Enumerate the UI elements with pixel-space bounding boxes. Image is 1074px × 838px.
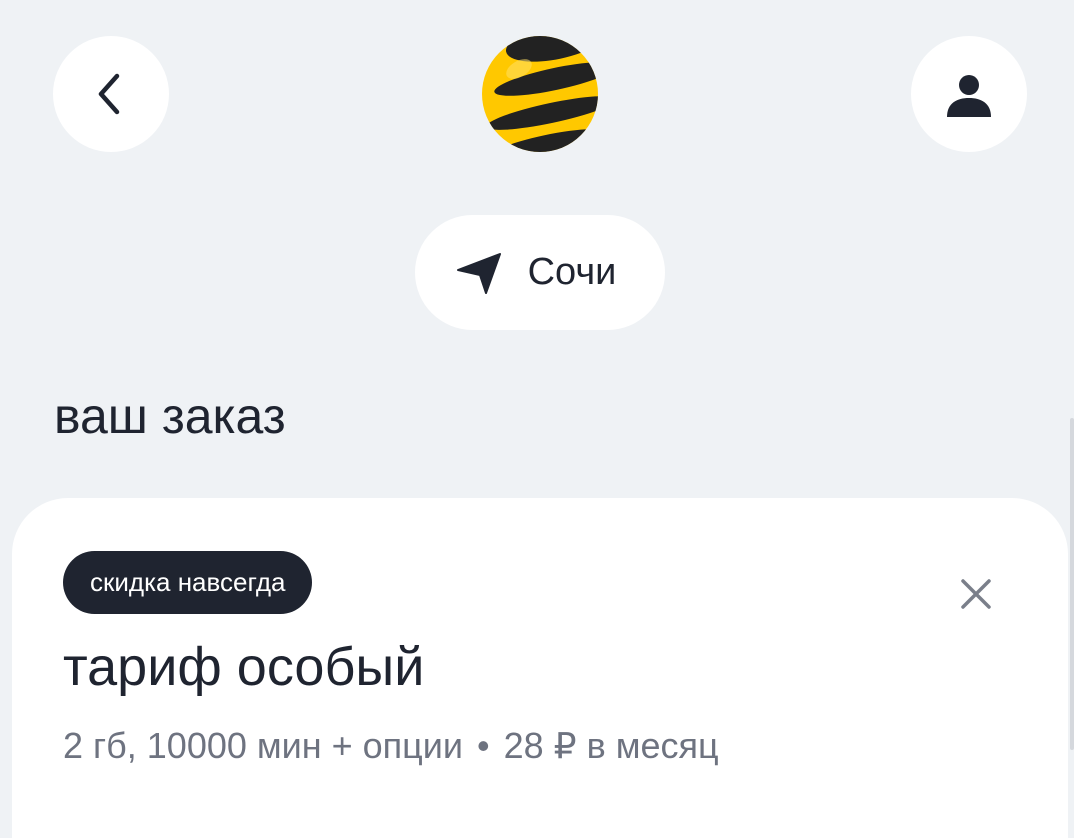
scrollbar[interactable] bbox=[1070, 418, 1074, 750]
navigation-arrow-icon bbox=[456, 252, 501, 294]
city-name: Сочи bbox=[527, 251, 617, 293]
separator-dot: • bbox=[477, 725, 490, 766]
chevron-left-icon bbox=[98, 73, 120, 115]
user-icon bbox=[947, 75, 991, 117]
tariff-specs: 2 гб, 10000 мин + опции bbox=[63, 725, 464, 766]
back-button[interactable] bbox=[53, 36, 169, 152]
tariff-name: тариф особый bbox=[63, 637, 425, 697]
profile-button[interactable] bbox=[911, 36, 1027, 152]
city-selector[interactable]: Сочи bbox=[415, 215, 665, 330]
tariff-details: 2 гб, 10000 мин + опции • 28 ₽ в месяц bbox=[63, 724, 719, 768]
discount-badge: скидка навсегда bbox=[63, 551, 313, 614]
tariff-card: скидка навсегда тариф особый 2 гб, 10000… bbox=[12, 498, 1068, 838]
beeline-logo bbox=[482, 36, 598, 152]
page-title: ваш заказ bbox=[54, 388, 286, 444]
tariff-price: 28 ₽ в месяц bbox=[503, 725, 719, 766]
close-button[interactable] bbox=[956, 574, 996, 614]
close-icon bbox=[961, 579, 991, 609]
